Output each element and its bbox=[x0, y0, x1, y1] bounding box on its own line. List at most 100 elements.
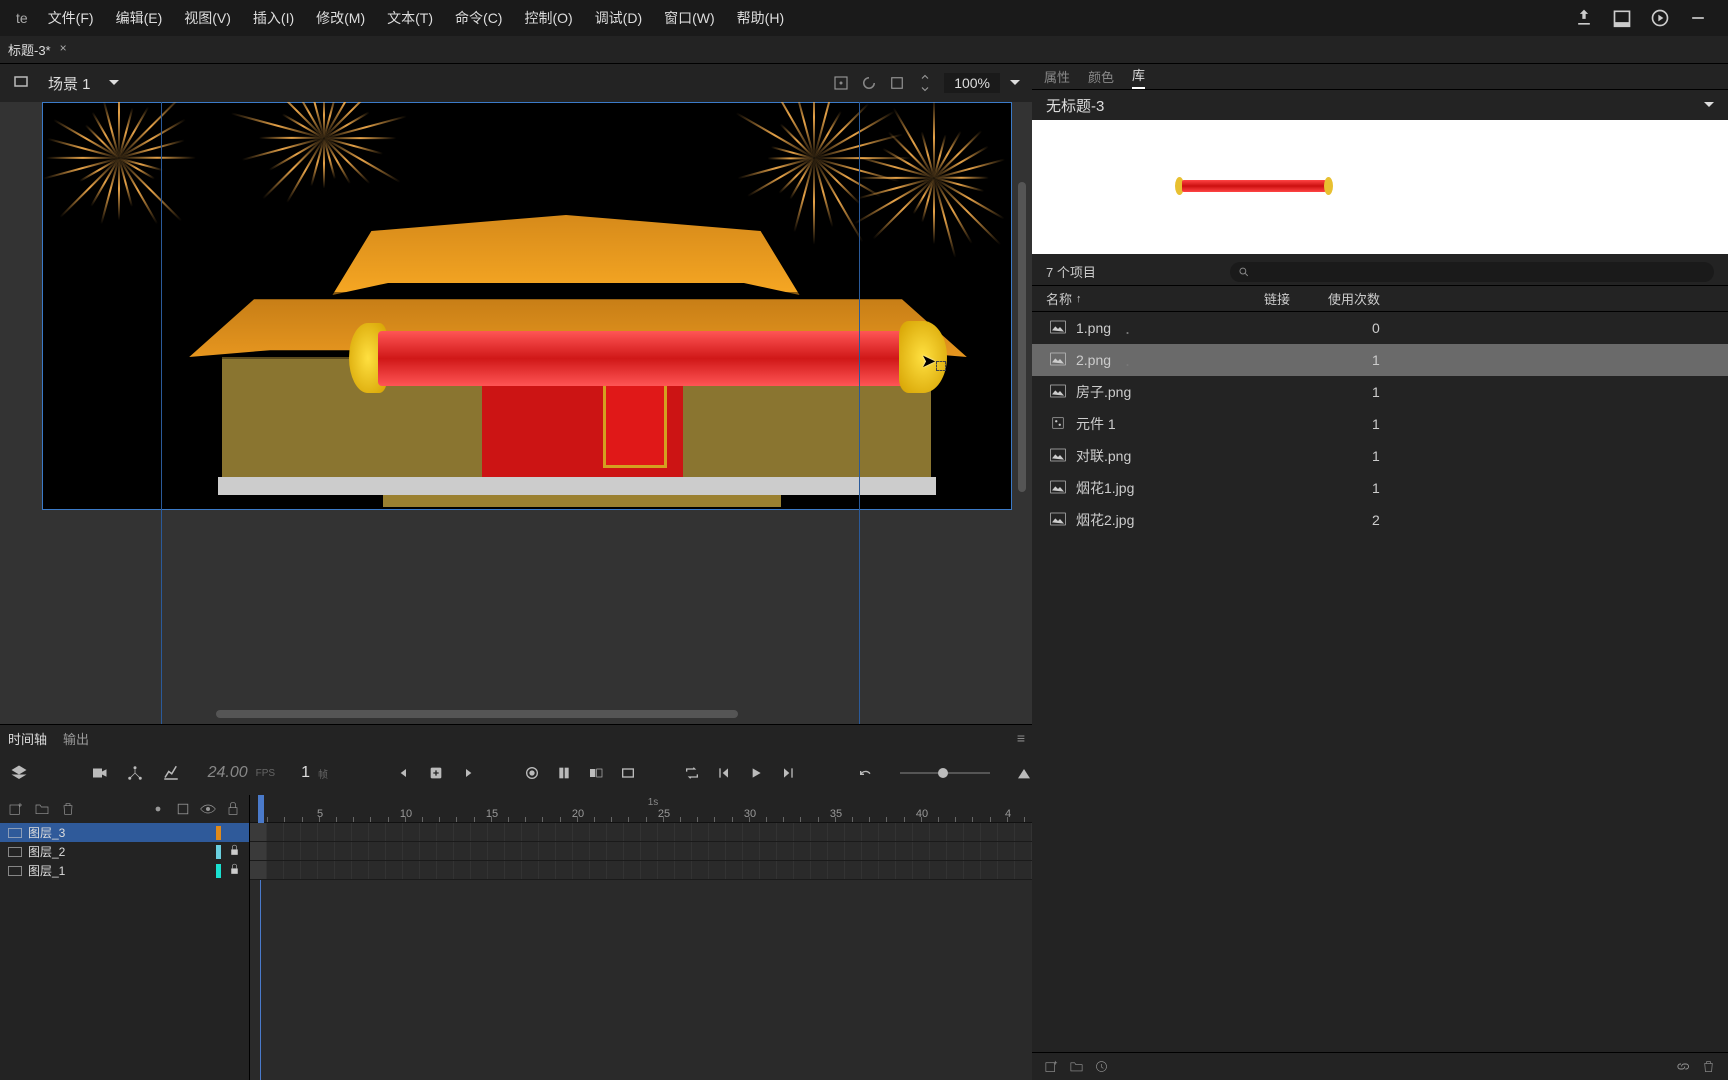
layer-color-chip[interactable] bbox=[216, 845, 221, 859]
layers-icon[interactable] bbox=[10, 764, 28, 782]
insert-kf-icon[interactable] bbox=[428, 765, 444, 781]
frames-area[interactable]: 1s 5101520253035404 bbox=[250, 795, 1032, 1080]
edit-multi-icon[interactable] bbox=[588, 765, 604, 781]
library-doc-name[interactable]: 无标题-3 bbox=[1046, 95, 1104, 116]
layer-color-chip[interactable] bbox=[216, 864, 221, 878]
library-columns[interactable]: 名称↑ 链接 使用次数 bbox=[1032, 286, 1728, 312]
menu-debug[interactable]: 调试(D) bbox=[585, 4, 652, 32]
layer-row[interactable]: 图层_2 bbox=[0, 842, 249, 861]
next-kf-icon[interactable] bbox=[460, 765, 476, 781]
tab-library[interactable]: 库 bbox=[1132, 65, 1145, 89]
layer-lock[interactable] bbox=[227, 863, 241, 879]
lock-icon[interactable] bbox=[225, 801, 241, 817]
hierarchy-icon[interactable] bbox=[126, 764, 144, 782]
workspace-icon[interactable] bbox=[1612, 8, 1632, 28]
tab-properties[interactable]: 属性 bbox=[1044, 67, 1070, 86]
properties-icon[interactable] bbox=[1094, 1059, 1109, 1074]
library-item[interactable]: 烟花1.jpg 1 bbox=[1032, 472, 1728, 504]
marker-icon[interactable] bbox=[620, 765, 636, 781]
outline-icon[interactable] bbox=[175, 801, 191, 817]
tab-timeline[interactable]: 时间轴 bbox=[8, 729, 47, 748]
library-item[interactable]: 元件 1 1 bbox=[1032, 408, 1728, 440]
play-icon[interactable] bbox=[748, 765, 764, 781]
library-item[interactable]: 烟花2.jpg 2 bbox=[1032, 504, 1728, 536]
delete-icon[interactable] bbox=[1701, 1059, 1716, 1074]
library-item[interactable]: 房子.png 1 bbox=[1032, 376, 1728, 408]
frame-value[interactable]: 1 bbox=[301, 764, 310, 782]
stage-canvas[interactable]: ➤ bbox=[0, 102, 1032, 724]
step-back-icon[interactable] bbox=[716, 765, 732, 781]
chevron-down-icon[interactable] bbox=[1704, 102, 1714, 112]
timeline-zoom-slider[interactable] bbox=[900, 772, 990, 774]
minimize-icon[interactable] bbox=[1688, 8, 1708, 28]
layer-color-chip[interactable] bbox=[216, 826, 221, 840]
fps-value[interactable]: 24.00 bbox=[208, 764, 248, 782]
new-symbol-icon[interactable] bbox=[1044, 1059, 1059, 1074]
menu-command[interactable]: 命令(C) bbox=[445, 4, 512, 32]
frame-ruler[interactable]: 1s 5101520253035404 bbox=[250, 795, 1032, 823]
scrollbar-vertical[interactable] bbox=[1018, 182, 1026, 492]
fit-icon[interactable] bbox=[916, 74, 934, 92]
library-item[interactable]: 2.png. 1 bbox=[1032, 344, 1728, 376]
library-item[interactable]: 对联.png 1 bbox=[1032, 440, 1728, 472]
menu-insert[interactable]: 插入(I) bbox=[243, 4, 304, 32]
menu-help[interactable]: 帮助(H) bbox=[727, 4, 794, 32]
app-label: te bbox=[8, 10, 36, 26]
frame-track[interactable] bbox=[250, 861, 1032, 880]
frame-track[interactable] bbox=[250, 842, 1032, 861]
guide-line bbox=[859, 510, 860, 566]
new-folder-icon[interactable] bbox=[1069, 1059, 1084, 1074]
playhead[interactable] bbox=[258, 795, 264, 823]
scene-selector[interactable]: 场景 1 bbox=[12, 73, 119, 94]
step-fwd-icon[interactable] bbox=[780, 765, 796, 781]
tab-color[interactable]: 颜色 bbox=[1088, 67, 1114, 86]
menu-window[interactable]: 窗口(W) bbox=[654, 4, 725, 32]
menu-control[interactable]: 控制(O) bbox=[514, 4, 582, 32]
sort-arrow-icon: ↑ bbox=[1076, 293, 1082, 305]
zoom-level[interactable]: 100% bbox=[944, 73, 1000, 93]
share-icon[interactable] bbox=[1574, 8, 1594, 28]
tab-close-icon[interactable]: × bbox=[60, 41, 67, 55]
frame-track[interactable] bbox=[250, 823, 1032, 842]
menu-text[interactable]: 文本(T) bbox=[377, 4, 443, 32]
document-tab[interactable]: 标题-3* × bbox=[0, 36, 71, 63]
library-search[interactable] bbox=[1230, 262, 1714, 282]
tab-output[interactable]: 输出 bbox=[63, 729, 89, 748]
undo-icon[interactable] bbox=[858, 765, 874, 781]
prev-kf-icon[interactable] bbox=[396, 765, 412, 781]
graph-icon[interactable] bbox=[162, 764, 180, 782]
layer-row[interactable]: 图层_3 bbox=[0, 823, 249, 842]
loop-icon[interactable] bbox=[684, 765, 700, 781]
onion-icon[interactable] bbox=[524, 765, 540, 781]
artwork-scroll[interactable] bbox=[378, 331, 906, 386]
search-input[interactable] bbox=[1250, 265, 1706, 279]
layer-row[interactable]: 图层_1 bbox=[0, 861, 249, 880]
camera-icon[interactable] bbox=[90, 764, 108, 782]
guide-line[interactable] bbox=[161, 102, 162, 724]
menu-file[interactable]: 文件(F) bbox=[38, 4, 104, 32]
zoom-fit-icon[interactable] bbox=[1016, 765, 1032, 781]
play-circle-icon[interactable] bbox=[1650, 8, 1670, 28]
center-stage-icon[interactable] bbox=[832, 74, 850, 92]
crop-icon[interactable] bbox=[888, 74, 906, 92]
scrollbar-horizontal[interactable] bbox=[216, 710, 738, 718]
new-folder-icon[interactable] bbox=[34, 801, 50, 817]
menu-edit[interactable]: 编辑(E) bbox=[106, 4, 173, 32]
layer-icon bbox=[8, 827, 22, 839]
guide-line[interactable] bbox=[859, 102, 860, 724]
layer-lock[interactable] bbox=[227, 844, 241, 860]
rotate-icon[interactable] bbox=[860, 74, 878, 92]
visibility-icon[interactable] bbox=[200, 801, 216, 817]
chevron-down-icon[interactable] bbox=[1010, 80, 1020, 90]
delete-layer-icon[interactable] bbox=[60, 801, 76, 817]
new-layer-icon[interactable] bbox=[8, 801, 24, 817]
panel-menu-icon[interactable]: ≡ bbox=[1017, 730, 1024, 746]
library-item[interactable]: 1.png. 0 bbox=[1032, 312, 1728, 344]
onion-outline-icon[interactable] bbox=[556, 765, 572, 781]
highlight-icon[interactable] bbox=[150, 801, 166, 817]
artwork-base bbox=[383, 495, 781, 507]
menu-view[interactable]: 视图(V) bbox=[174, 4, 241, 32]
link-icon[interactable] bbox=[1676, 1059, 1691, 1074]
library-item-name: 烟花1.jpg bbox=[1076, 478, 1134, 498]
menu-modify[interactable]: 修改(M) bbox=[306, 4, 375, 32]
